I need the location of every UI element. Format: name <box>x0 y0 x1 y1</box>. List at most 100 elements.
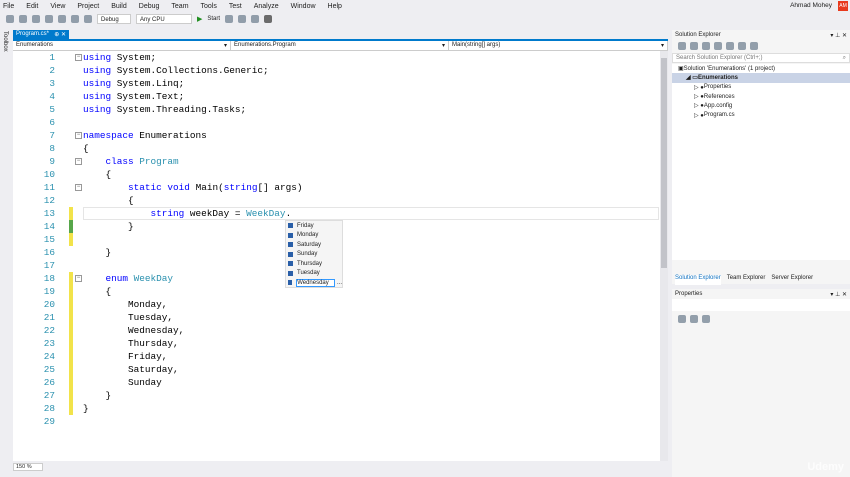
tree-item[interactable]: ▷ ● Properties <box>672 83 850 92</box>
sync-icon[interactable] <box>714 42 722 50</box>
completion-item[interactable]: Tuesday <box>286 269 342 279</box>
back-icon[interactable] <box>678 42 686 50</box>
platform-dropdown[interactable]: Any CPU <box>136 14 192 24</box>
config-dropdown[interactable]: Debug <box>97 14 131 24</box>
menu-edit[interactable]: Edit <box>26 3 38 10</box>
menu-project[interactable]: Project <box>77 3 99 10</box>
code-line[interactable]: { <box>83 168 112 181</box>
completion-item[interactable]: Sunday <box>286 250 342 260</box>
pin-icon[interactable]: ⊕ <box>54 32 59 38</box>
class-dropdown[interactable]: Enumerations.Program ▾ <box>231 41 449 50</box>
categorized-icon[interactable] <box>678 315 686 323</box>
find-icon[interactable] <box>225 15 234 23</box>
code-line[interactable]: Friday, <box>83 350 167 363</box>
toolbox-label[interactable]: Toolbox <box>2 31 8 52</box>
code-line[interactable]: Tuesday, <box>83 311 173 324</box>
properties-object-select[interactable] <box>672 299 850 311</box>
code-line[interactable]: Wednesday, <box>83 324 184 337</box>
code-line[interactable]: using System.Linq; <box>83 77 184 90</box>
code-line[interactable]: { <box>83 142 89 155</box>
tab-server-explorer[interactable]: Server Explorer <box>771 275 813 285</box>
open-icon[interactable] <box>32 15 40 23</box>
toolbox-strip[interactable]: Toolbox <box>0 28 12 477</box>
start-icon[interactable]: ▶ <box>197 15 202 23</box>
tree-item[interactable]: ▣ Solution 'Enumerations' (1 project) <box>672 64 850 73</box>
fold-toggle-icon[interactable]: − <box>75 184 82 191</box>
fold-toggle-icon[interactable]: − <box>75 158 82 165</box>
code-line[interactable]: namespace Enumerations <box>83 129 207 142</box>
close-icon[interactable]: ▾ ⊥ ✕ <box>830 291 847 298</box>
menu-team[interactable]: Team <box>171 3 188 10</box>
project-dropdown[interactable]: Enumerations ▾ <box>13 41 231 50</box>
forward-icon[interactable] <box>690 42 698 50</box>
code-line[interactable]: Saturday, <box>83 363 179 376</box>
completion-list[interactable]: Friday Monday Saturday Sunday Thursday Tuesda… <box>285 220 343 288</box>
bookmark-icon[interactable] <box>264 15 273 23</box>
redo-icon[interactable] <box>84 15 92 23</box>
back-icon[interactable] <box>6 15 14 23</box>
menu-debug[interactable]: Debug <box>139 3 160 10</box>
fold-toggle-icon[interactable]: − <box>75 275 82 282</box>
fold-toggle-icon[interactable]: − <box>75 132 82 139</box>
completion-item[interactable]: Saturday <box>286 240 342 250</box>
menu-view[interactable]: View <box>50 3 65 10</box>
user-name[interactable]: Ahmad Mohey <box>790 2 832 9</box>
code-line[interactable]: } <box>83 220 134 233</box>
code-line[interactable]: { <box>83 194 134 207</box>
code-line[interactable]: enum WeekDay <box>83 272 174 285</box>
menu-window[interactable]: Window <box>291 3 316 10</box>
menu-test[interactable]: Test <box>229 3 242 10</box>
code-line[interactable]: using System.Threading.Tasks; <box>83 103 246 116</box>
code-icon[interactable] <box>738 42 746 50</box>
tab-team-explorer[interactable]: Team Explorer <box>727 275 766 285</box>
code-line[interactable]: } <box>83 246 112 259</box>
completion-item[interactable]: Monday <box>286 231 342 241</box>
property-pages-icon[interactable] <box>702 315 710 323</box>
wrench-icon[interactable] <box>750 42 758 50</box>
member-dropdown[interactable]: Main(string[] args) ▾ <box>449 41 668 50</box>
zoom-dropdown[interactable]: 150 % <box>13 463 43 471</box>
completion-item[interactable]: Thursday <box>286 259 342 269</box>
tree-item[interactable]: ▷ ● Program.cs <box>672 110 850 119</box>
completion-item[interactable]: Friday <box>286 221 342 231</box>
code-line[interactable]: Monday, <box>83 298 167 311</box>
code-line[interactable]: string weekDay = WeekDay. <box>83 207 292 220</box>
code-line[interactable]: using System.Collections.Generic; <box>83 64 269 77</box>
code-line[interactable]: { <box>83 285 112 298</box>
code-line[interactable]: } <box>83 389 112 402</box>
new-project-icon[interactable] <box>19 15 27 23</box>
solution-icon[interactable] <box>238 15 247 23</box>
save-icon[interactable] <box>45 15 53 23</box>
undo-icon[interactable] <box>71 15 79 23</box>
completion-item[interactable]: Wednesday... <box>286 278 342 288</box>
menu-file[interactable]: File <box>3 3 14 10</box>
save-all-icon[interactable] <box>58 15 66 23</box>
code-line[interactable]: class Program <box>83 155 179 168</box>
tree-item[interactable]: ◢ ▭ Enumerations <box>672 73 850 83</box>
code-line[interactable]: } <box>83 402 89 415</box>
more-button[interactable]: ... <box>337 280 342 286</box>
code-line[interactable]: Sunday <box>83 376 162 389</box>
alphabetical-icon[interactable] <box>690 315 698 323</box>
menu-tools[interactable]: Tools <box>201 3 217 10</box>
menu-analyze[interactable]: Analyze <box>254 3 279 10</box>
menu-build[interactable]: Build <box>111 3 127 10</box>
refresh-icon[interactable] <box>726 42 734 50</box>
home-icon[interactable] <box>702 42 710 50</box>
code-line[interactable]: using System; <box>83 51 156 64</box>
tree-item[interactable]: ▷ ● References <box>672 92 850 101</box>
code-line[interactable]: using System.Text; <box>83 90 184 103</box>
close-icon[interactable]: ▾ ⊥ ✕ <box>830 32 847 39</box>
fold-toggle-icon[interactable]: − <box>75 54 82 61</box>
tab-solution-explorer[interactable]: Solution Explorer <box>675 275 721 285</box>
indent-icon[interactable] <box>251 15 260 23</box>
code-line[interactable]: Thursday, <box>83 337 179 350</box>
code-line[interactable]: static void Main(string[] args) <box>83 181 302 194</box>
start-button[interactable]: Start <box>207 16 220 22</box>
close-icon[interactable]: ✕ <box>61 32 66 38</box>
tree-item[interactable]: ▷ ● App.config <box>672 101 850 110</box>
avatar[interactable]: AM <box>838 1 848 11</box>
solution-search-input[interactable]: Search Solution Explorer (Ctrl+;) ⌕ <box>672 53 850 63</box>
scrollbar-thumb[interactable] <box>661 58 667 268</box>
menu-help[interactable]: Help <box>328 3 342 10</box>
